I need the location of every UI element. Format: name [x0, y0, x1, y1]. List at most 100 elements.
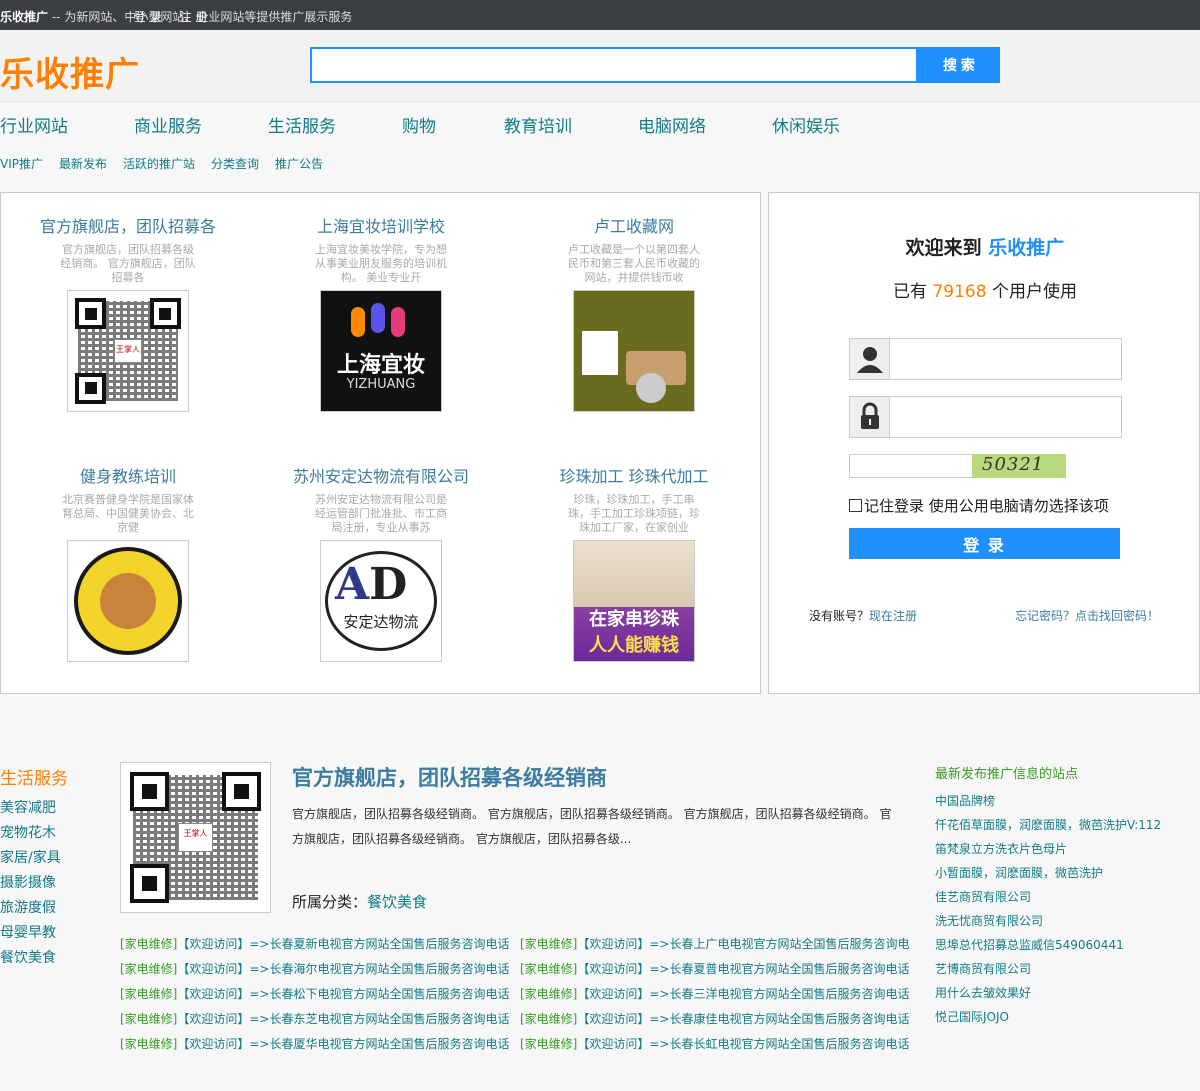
latest-site-item[interactable]: 佳艺商贸有限公司 — [935, 888, 1161, 912]
nav-item-shopping[interactable]: 购物 — [402, 112, 436, 137]
fitness-seal-image[interactable] — [67, 540, 189, 662]
link-item[interactable]: [家电维修]【欢迎访问】=>长春康佳电视官方网站全国售后服务咨询电话 — [520, 1010, 920, 1027]
register-now-link[interactable]: 现在注册 — [869, 609, 917, 623]
login-panel: 欢迎来到 乐收推广 已有 79168 个用户使用 50321 记住登录 使用公用… — [768, 192, 1200, 694]
captcha-image[interactable]: 50321 — [972, 454, 1066, 478]
promo-card-title[interactable]: 苏州安定达物流有限公司 — [271, 463, 491, 486]
link-item[interactable]: [家电维修]【欢迎访问】=>长春夏普电视官方网站全国售后服务咨询电话 — [520, 960, 920, 977]
qr-code-image[interactable]: 王掌人 — [67, 290, 189, 412]
no-account-label: 没有账号？ — [809, 609, 870, 623]
collection-photo-image[interactable] — [573, 290, 695, 412]
category-item[interactable]: 宠物花木 — [0, 822, 61, 847]
latest-site-item[interactable]: 悦己国际JOJO — [935, 1008, 1161, 1032]
login-button[interactable]: 登 录 — [849, 528, 1120, 559]
promo-card-desc: 北京赛普健身学院是国家体育总局、中国健美协会、北京健 — [62, 493, 194, 534]
promo-card[interactable]: 上海宜妆培训学校 上海宜妆美妆学院，专为想从事美业朋友服务的培训机构。 美业专业… — [271, 213, 491, 412]
search-button[interactable]: 搜 索 — [918, 47, 1000, 83]
promo-card[interactable]: 苏州安定达物流有限公司 苏州安定达物流有限公司是经运管部门批准批、市工商局注册，… — [271, 463, 491, 662]
welcome-brand: 乐收推广 — [988, 237, 1065, 259]
link-item[interactable]: [家电维修]【欢迎访问】=>长春东芝电视官方网站全国售后服务咨询电话 — [120, 1010, 520, 1027]
category-item[interactable]: 美容减肥 — [0, 797, 61, 822]
latest-site-item[interactable]: 仟花佰草面膜，润麽面膜，微芭洗护V:112 — [935, 816, 1161, 840]
nav-item-computer[interactable]: 电脑网络 — [638, 112, 706, 137]
pearl-photo-image[interactable]: 在家串珍珠 人人能赚钱 — [573, 540, 695, 662]
nav-item-leisure[interactable]: 休闲娱乐 — [772, 112, 840, 137]
promo-card-desc: 官方旗舰店，团队招募各级经销商。 官方旗舰店，团队招募各 — [60, 243, 196, 284]
subnav-notice[interactable]: 推广公告 — [275, 155, 323, 172]
link-row: [家电维修]【欢迎访问】=>长春夏新电视官方网站全国售后服务咨询电话 [家电维修]… — [120, 935, 920, 960]
latest-site-item[interactable]: 艺博商贸有限公司 — [935, 960, 1161, 984]
promo-card[interactable]: 卢工收藏网 卢工收藏是一个以第四套人民币和第三套人民币收藏的网站，并提供钱币收 — [524, 213, 744, 412]
main-nav: 行业网站 商业服务 生活服务 购物 教育培训 电脑网络 休闲娱乐 — [0, 101, 1200, 143]
users-count-number: 79168 — [932, 282, 987, 302]
latest-site-item[interactable]: 思埠总代招募总监威信549060441 — [935, 936, 1161, 960]
promo-card-title[interactable]: 珍珠加工 珍珠代加工 — [524, 463, 744, 486]
feature-qr-code[interactable]: 王掌人 — [120, 762, 271, 913]
promo-card-desc: 上海宜妆美妆学院，专为想从事美业朋友服务的培训机构。 美业专业开 — [315, 243, 447, 284]
feature-category-value[interactable]: 餐饮美食 — [367, 893, 427, 911]
account-links: 登 录 注 册 — [120, 8, 920, 25]
username-field[interactable] — [849, 338, 1122, 380]
link-item[interactable]: [家电维修]【欢迎访问】=>长春海尔电视官方网站全国售后服务咨询电话 — [120, 960, 520, 977]
link-item[interactable]: [家电维修]【欢迎访问】=>长春上广电电视官方网站全国售后服务咨询电 — [520, 935, 920, 952]
remember-label: 记住登录 使用公用电脑请勿选择该项 — [864, 497, 1109, 515]
feature-title[interactable]: 官方旗舰店，团队招募各级经销商 — [292, 762, 607, 792]
user-count: 已有 79168 个用户使用 — [769, 277, 1200, 302]
link-item[interactable]: [家电维修]【欢迎访问】=>长春三洋电视官方网站全国售后服务咨询电话 — [520, 985, 920, 1002]
feature-category-label: 所属分类： — [292, 893, 368, 911]
promo-card[interactable]: 健身教练培训 北京赛普健身学院是国家体育总局、中国健美协会、北京健 — [18, 463, 238, 662]
category-item[interactable]: 摄影摄像 — [0, 872, 61, 897]
search-input[interactable] — [310, 47, 918, 83]
latest-site-item[interactable]: 中国品牌榜 — [935, 792, 1161, 816]
subnav-vip[interactable]: VIP推广 — [0, 155, 43, 172]
captcha-input[interactable] — [849, 454, 973, 478]
login-link[interactable]: 登 录 — [134, 10, 162, 24]
remember-checkbox[interactable] — [849, 499, 862, 512]
promo-card-desc: 苏州安定达物流有限公司是经运管部门批准批、市工商局注册，专业从事苏 — [315, 493, 447, 534]
password-field[interactable] — [849, 396, 1122, 438]
nav-item-business[interactable]: 商业服务 — [134, 112, 202, 137]
subnav-active[interactable]: 活跃的推广站 — [123, 155, 195, 172]
link-item[interactable]: [家电维修]【欢迎访问】=>长春松下电视官方网站全国售后服务咨询电话 — [120, 985, 520, 1002]
promo-card-title[interactable]: 健身教练培训 — [18, 463, 238, 486]
latest-site-item[interactable]: 用什么去皱效果好 — [935, 984, 1161, 1008]
yizhuang-logo-image[interactable]: 上海宜妆 YIZHUANG — [320, 290, 442, 412]
remember-login[interactable]: 记住登录 使用公用电脑请勿选择该项 — [849, 495, 1109, 516]
site-name[interactable]: 乐收推广 — [0, 10, 48, 24]
promo-panel: 官方旗舰店，团队招募各 官方旗舰店，团队招募各级经销商。 官方旗舰店，团队招募各… — [0, 192, 761, 694]
promo-card-title[interactable]: 卢工收藏网 — [524, 213, 744, 236]
add-logistics-logo-image[interactable]: AD 安定达物流 — [320, 540, 442, 662]
category-item[interactable]: 母婴早教 — [0, 922, 61, 947]
nav-item-industry[interactable]: 行业网站 — [0, 112, 68, 137]
subnav-latest[interactable]: 最新发布 — [59, 155, 107, 172]
site-logo[interactable]: 乐收推广 — [0, 47, 140, 96]
link-row: [家电维修]【欢迎访问】=>长春松下电视官方网站全国售后服务咨询电话 [家电维修]… — [120, 985, 920, 1010]
add-logistics-logo-text: 安定达物流 — [343, 613, 419, 631]
service-links: [家电维修]【欢迎访问】=>长春夏新电视官方网站全国售后服务咨询电话 [家电维修]… — [120, 935, 920, 1060]
top-bar: 乐收推广 -- 为新网站、中小型网站、企业网站等提供推广展示服务 登 录 注 册 — [0, 0, 1200, 30]
latest-site-item[interactable]: 洗无忧商贸有限公司 — [935, 912, 1161, 936]
forgot-password-link[interactable]: 忘记密码？点击找回密码！ — [1015, 607, 1159, 624]
subnav-category[interactable]: 分类查询 — [211, 155, 259, 172]
no-account-text: 没有账号？现在注册 — [809, 607, 917, 624]
promo-card-title[interactable]: 上海宜妆培训学校 — [271, 213, 491, 236]
promo-card-title[interactable]: 官方旗舰店，团队招募各 — [18, 213, 238, 236]
category-item[interactable]: 旅游度假 — [0, 897, 61, 922]
link-item[interactable]: [家电维修]【欢迎访问】=>长春夏新电视官方网站全国售后服务咨询电话 — [120, 935, 520, 952]
latest-site-item[interactable]: 小暂面膜，润麽面膜，微芭洗护 — [935, 864, 1161, 888]
latest-site-item[interactable]: 笛梵泉立方洗衣片色母片 — [935, 840, 1161, 864]
promo-card[interactable]: 官方旗舰店，团队招募各 官方旗舰店，团队招募各级经销商。 官方旗舰店，团队招募各… — [18, 213, 238, 412]
pearl-image-sub: 人人能赚钱 — [589, 635, 679, 656]
link-item[interactable]: [家电维修]【欢迎访问】=>长春长虹电视官方网站全国售后服务咨询电话 — [520, 1035, 920, 1052]
nav-item-education[interactable]: 教育培训 — [504, 112, 572, 137]
promo-card-desc: 卢工收藏是一个以第四套人民币和第三套人民币收藏的网站，并提供钱币收 — [568, 243, 700, 284]
nav-item-life[interactable]: 生活服务 — [268, 112, 336, 137]
feature-category: 所属分类：餐饮美食 — [292, 891, 427, 912]
category-item[interactable]: 家居/家具 — [0, 847, 61, 872]
link-item[interactable]: [家电维修]【欢迎访问】=>长春厦华电视官方网站全国售后服务咨询电话 — [120, 1035, 520, 1052]
category-list: 美容减肥 宠物花木 家居/家具 摄影摄像 旅游度假 母婴早教 餐饮美食 — [0, 797, 61, 972]
register-link[interactable]: 注 册 — [180, 10, 208, 24]
category-item[interactable]: 餐饮美食 — [0, 947, 61, 972]
promo-card[interactable]: 珍珠加工 珍珠代加工 珍珠，珍珠加工，手工串珠，手工加工珍珠项链，珍珠加工厂家，… — [524, 463, 744, 662]
sub-nav: VIP推广 最新发布 活跃的推广站 分类查询 推广公告 — [0, 143, 1200, 181]
